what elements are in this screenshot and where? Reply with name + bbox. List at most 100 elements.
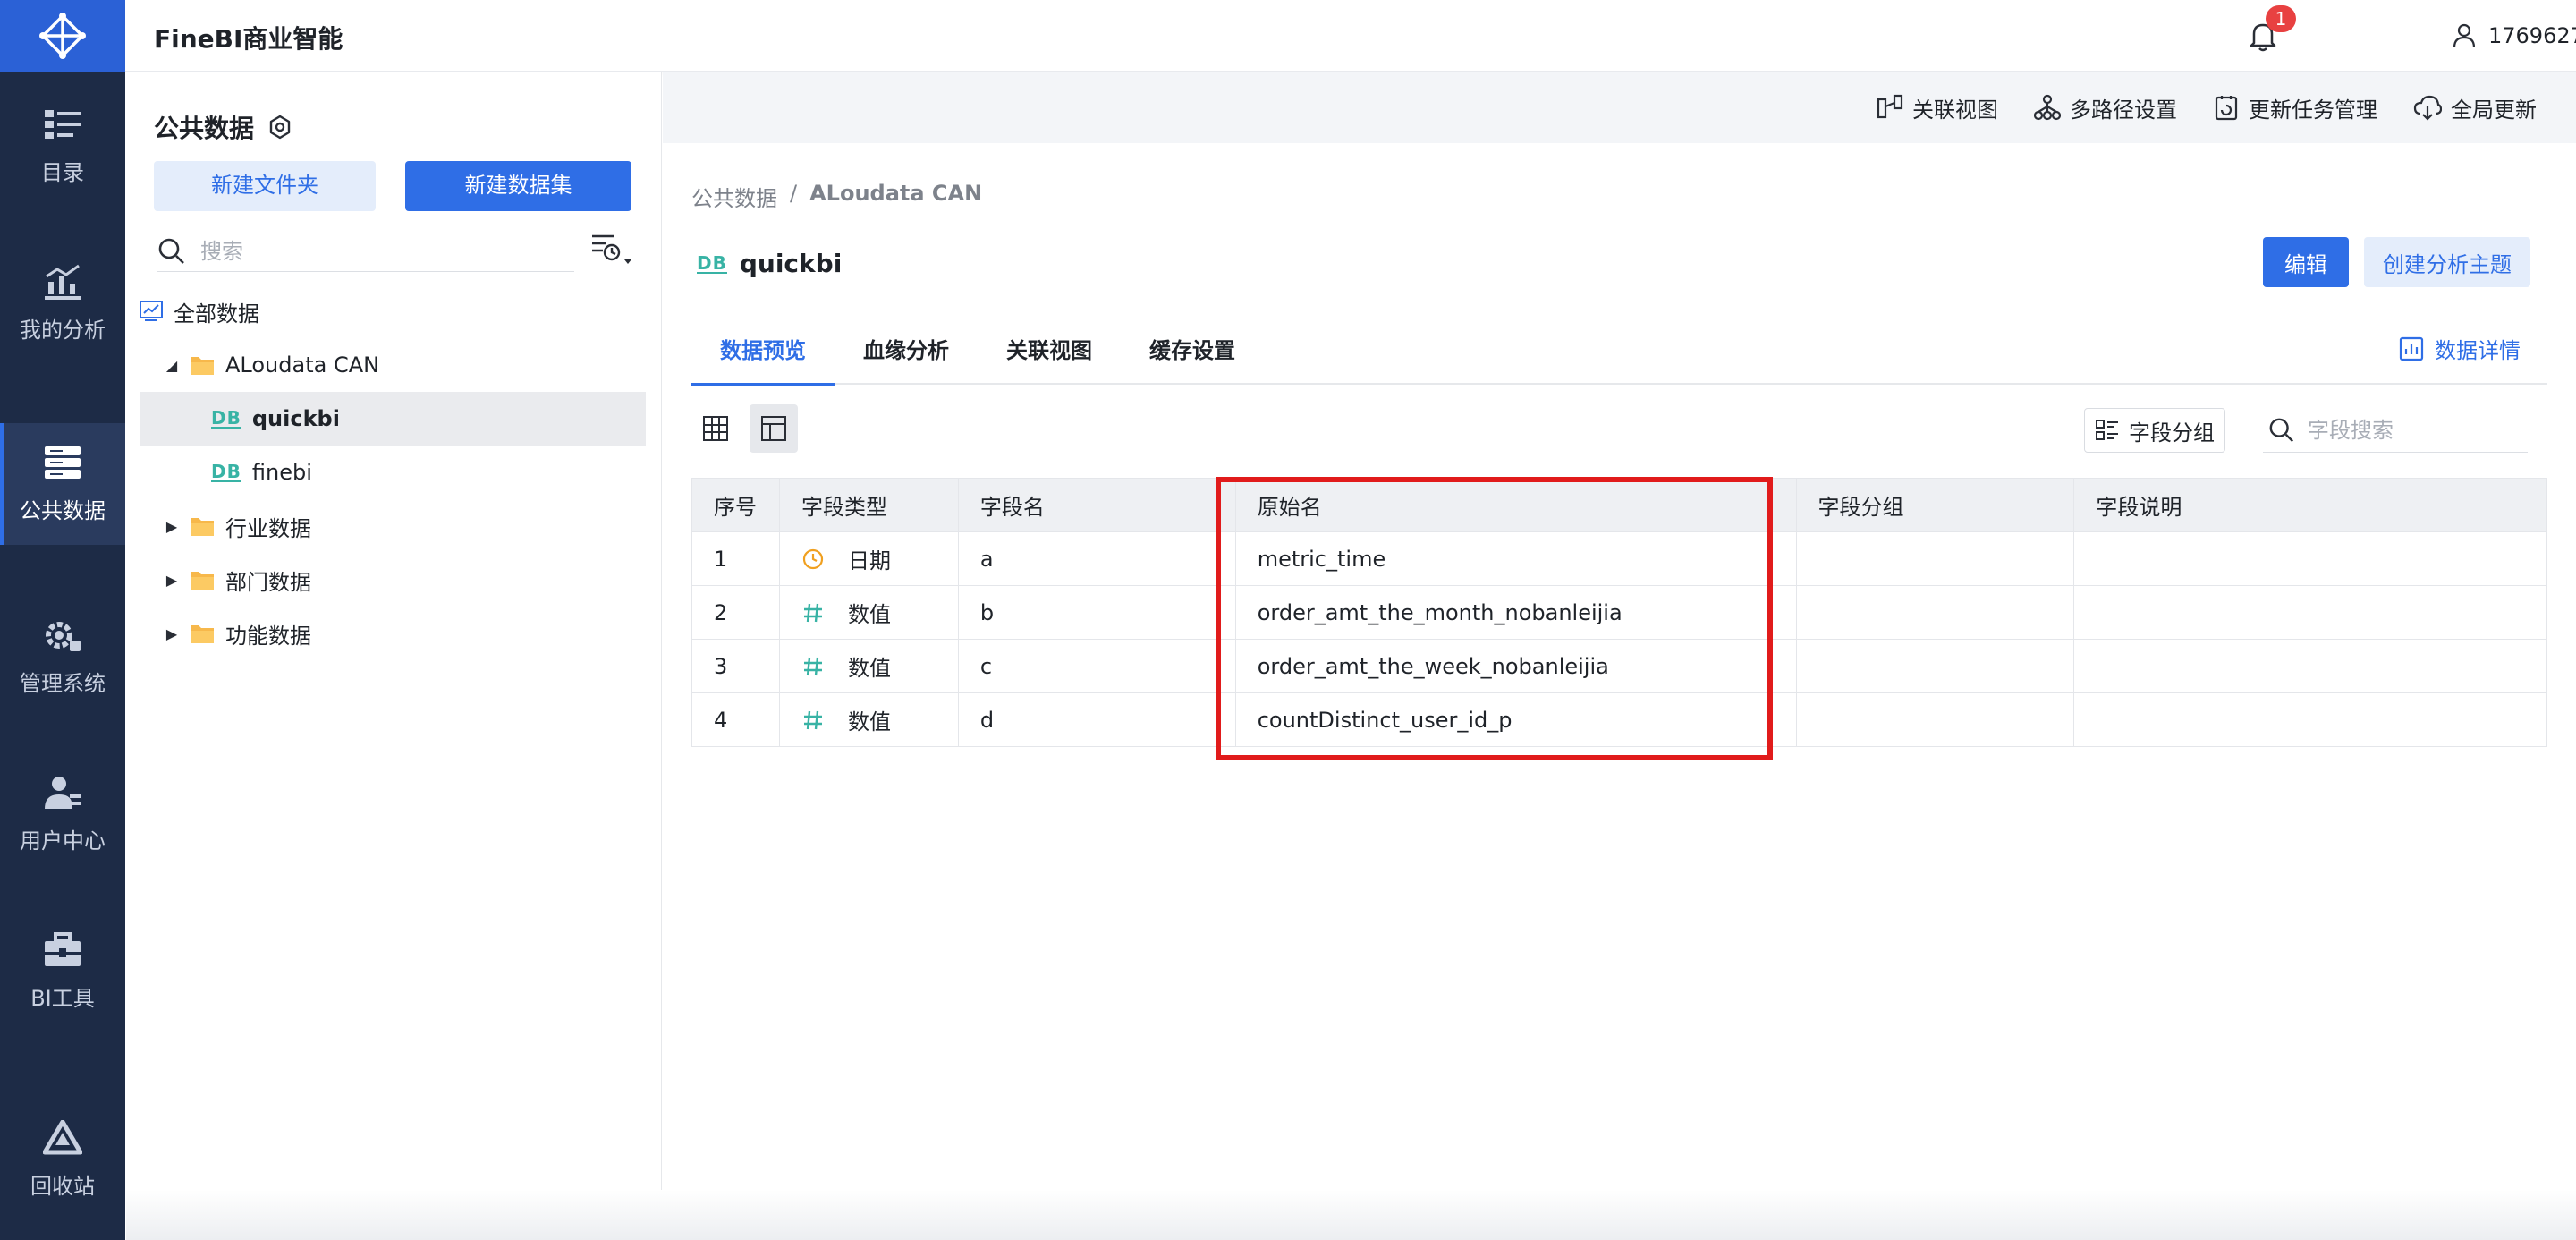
- layout-view-button[interactable]: [750, 404, 798, 453]
- hash-icon: [803, 603, 822, 622]
- tree-item-industry-data[interactable]: ▶ 行业数据: [140, 499, 646, 553]
- col-header-index[interactable]: 序号: [691, 478, 780, 532]
- table-row[interactable]: 4 数值 d countDistinct_user_id_p: [691, 692, 2547, 747]
- table-header-row: 序号 字段类型 字段名 原始名 字段分组 字段说明: [691, 478, 2547, 532]
- app-logo[interactable]: [0, 0, 125, 72]
- notification-badge: 1: [2266, 5, 2296, 32]
- rail-item-user-center[interactable]: 用户中心: [0, 753, 125, 875]
- settings-icon[interactable]: [267, 114, 293, 140]
- cell-type: 数值: [778, 585, 959, 640]
- toolbar-label: 全局更新: [2451, 97, 2537, 123]
- table-row[interactable]: 3 数值 c order_amt_the_week_nobanleijia: [691, 639, 2547, 693]
- field-table: 序号 字段类型 字段名 原始名 字段分组 字段说明 1 日期 a metric_…: [691, 478, 2547, 747]
- cell-type-label: 数值: [847, 709, 891, 735]
- cell-type: 日期: [778, 531, 959, 586]
- user-menu[interactable]: 17696273875: [2451, 18, 2576, 54]
- global-update-button[interactable]: 全局更新: [2413, 92, 2537, 123]
- cell-original-name: countDistinct_user_id_p: [1234, 692, 1797, 747]
- new-folder-button[interactable]: 新建文件夹: [154, 161, 376, 211]
- main-content: 关联视图 多路径设置 更新任务管理 全局更新 公共数据 / ALoudata C…: [663, 72, 2576, 1240]
- cloud-refresh-icon: [2413, 95, 2442, 121]
- layout-icon: [761, 416, 786, 441]
- recycle-icon: [43, 1119, 82, 1154]
- panel-title: 公共数据: [154, 109, 293, 145]
- tree-item-all-data[interactable]: 全部数据: [140, 285, 646, 338]
- cell-field-name: c: [957, 639, 1236, 693]
- tree-item-finebi[interactable]: DB finebi: [140, 446, 646, 499]
- col-header-field-group[interactable]: 字段分组: [1795, 478, 2075, 532]
- detail-chart-icon: [2399, 336, 2424, 361]
- hash-icon: [803, 710, 822, 729]
- cell-type-label: 日期: [847, 548, 891, 573]
- chart-icon: [45, 264, 80, 300]
- tree-item-quickbi[interactable]: DB quickbi: [140, 392, 646, 446]
- grid-icon: [703, 416, 728, 441]
- rail-item-recycle-bin[interactable]: 回收站: [0, 1099, 125, 1220]
- tab-relation-view[interactable]: 关联视图: [978, 326, 1121, 385]
- cell-field-group: [1795, 639, 2075, 693]
- col-header-field-name[interactable]: 字段名: [957, 478, 1236, 532]
- breadcrumb-separator: /: [790, 181, 798, 206]
- data-detail-link[interactable]: 数据详情: [2399, 333, 2521, 364]
- cell-original-name: order_amt_the_week_nobanleijia: [1234, 639, 1797, 693]
- cell-field-desc: [2073, 531, 2547, 586]
- toolbox-icon: [45, 931, 80, 966]
- tree-item-function-data[interactable]: ▶ 功能数据: [140, 607, 646, 660]
- user-icon: [45, 776, 80, 809]
- create-topic-button[interactable]: 创建分析主题: [2364, 237, 2530, 287]
- tree-item-aloudata-can[interactable]: ◢ ALoudata CAN: [140, 338, 646, 392]
- tree-search-input[interactable]: [200, 238, 558, 264]
- cell-field-group: [1795, 531, 2075, 586]
- tree-item-label: ALoudata CAN: [225, 352, 380, 378]
- cell-index: 4: [691, 692, 780, 747]
- cell-field-group: [1795, 585, 2075, 640]
- rail-item-catalog[interactable]: 目录: [0, 85, 125, 207]
- col-header-type[interactable]: 字段类型: [778, 478, 959, 532]
- grid-view-button[interactable]: [691, 404, 740, 453]
- multipath-button[interactable]: 多路径设置: [2034, 92, 2177, 123]
- search-icon: [2269, 418, 2294, 442]
- new-dataset-button[interactable]: 新建数据集: [405, 161, 631, 211]
- breadcrumb-current[interactable]: ALoudata CAN: [809, 181, 982, 212]
- update-tasks-button[interactable]: 更新任务管理: [2213, 92, 2377, 123]
- bottom-shadow: [126, 1190, 2576, 1240]
- filter-history-icon[interactable]: [590, 233, 633, 268]
- edit-button[interactable]: 编辑: [2263, 237, 2349, 287]
- caret-down-icon[interactable]: ◢: [161, 357, 182, 374]
- hierarchy-icon: [2034, 94, 2061, 121]
- rail-item-bi-tools[interactable]: BI工具: [0, 911, 125, 1032]
- tree-search: [157, 231, 574, 272]
- rail-item-admin[interactable]: 管理系统: [0, 596, 125, 718]
- folder-icon: [190, 354, 215, 376]
- caret-right-icon[interactable]: ▶: [161, 572, 182, 589]
- tree-item-label: 功能数据: [225, 623, 311, 649]
- folder-icon: [190, 569, 215, 590]
- caret-right-icon[interactable]: ▶: [161, 625, 182, 642]
- field-search-input[interactable]: [2308, 417, 2522, 443]
- caret-right-icon[interactable]: ▶: [161, 518, 182, 535]
- dataset-tabs: 数据预览 血缘分析 关联视图 缓存设置: [691, 326, 2547, 386]
- rail-item-label: BI工具: [30, 985, 95, 1011]
- tab-lineage[interactable]: 血缘分析: [835, 326, 978, 385]
- tree-item-department-data[interactable]: ▶ 部门数据: [140, 553, 646, 607]
- tab-data-preview[interactable]: 数据预览: [691, 326, 835, 386]
- col-header-original-name[interactable]: 原始名: [1234, 478, 1797, 532]
- left-nav-rail: 目录 我的分析 公共数据 管理系统 用户中心 BI工具 回收站: [0, 0, 125, 1240]
- folder-icon: [190, 623, 215, 644]
- cell-type-label: 数值: [847, 602, 891, 627]
- app-title: FineBI商业智能: [154, 24, 343, 54]
- tab-cache-settings[interactable]: 缓存设置: [1121, 326, 1264, 385]
- cell-field-desc: [2073, 639, 2547, 693]
- table-row[interactable]: 2 数值 b order_amt_the_month_nobanleijia: [691, 585, 2547, 640]
- folder-icon: [190, 515, 215, 537]
- cell-original-name: order_amt_the_month_nobanleijia: [1234, 585, 1797, 640]
- col-header-field-desc[interactable]: 字段说明: [2073, 478, 2547, 532]
- rail-item-public-data[interactable]: 公共数据: [0, 423, 125, 545]
- field-group-button[interactable]: 字段分组: [2084, 408, 2225, 453]
- relation-view-button[interactable]: 关联视图: [1877, 92, 1998, 123]
- rail-item-my-analysis[interactable]: 我的分析: [0, 242, 125, 364]
- dataset-name: quickbi: [739, 249, 843, 278]
- table-row[interactable]: 1 日期 a metric_time: [691, 531, 2547, 586]
- breadcrumb-root[interactable]: 公共数据: [691, 181, 777, 212]
- toolbar-label: 多路径设置: [2070, 97, 2177, 123]
